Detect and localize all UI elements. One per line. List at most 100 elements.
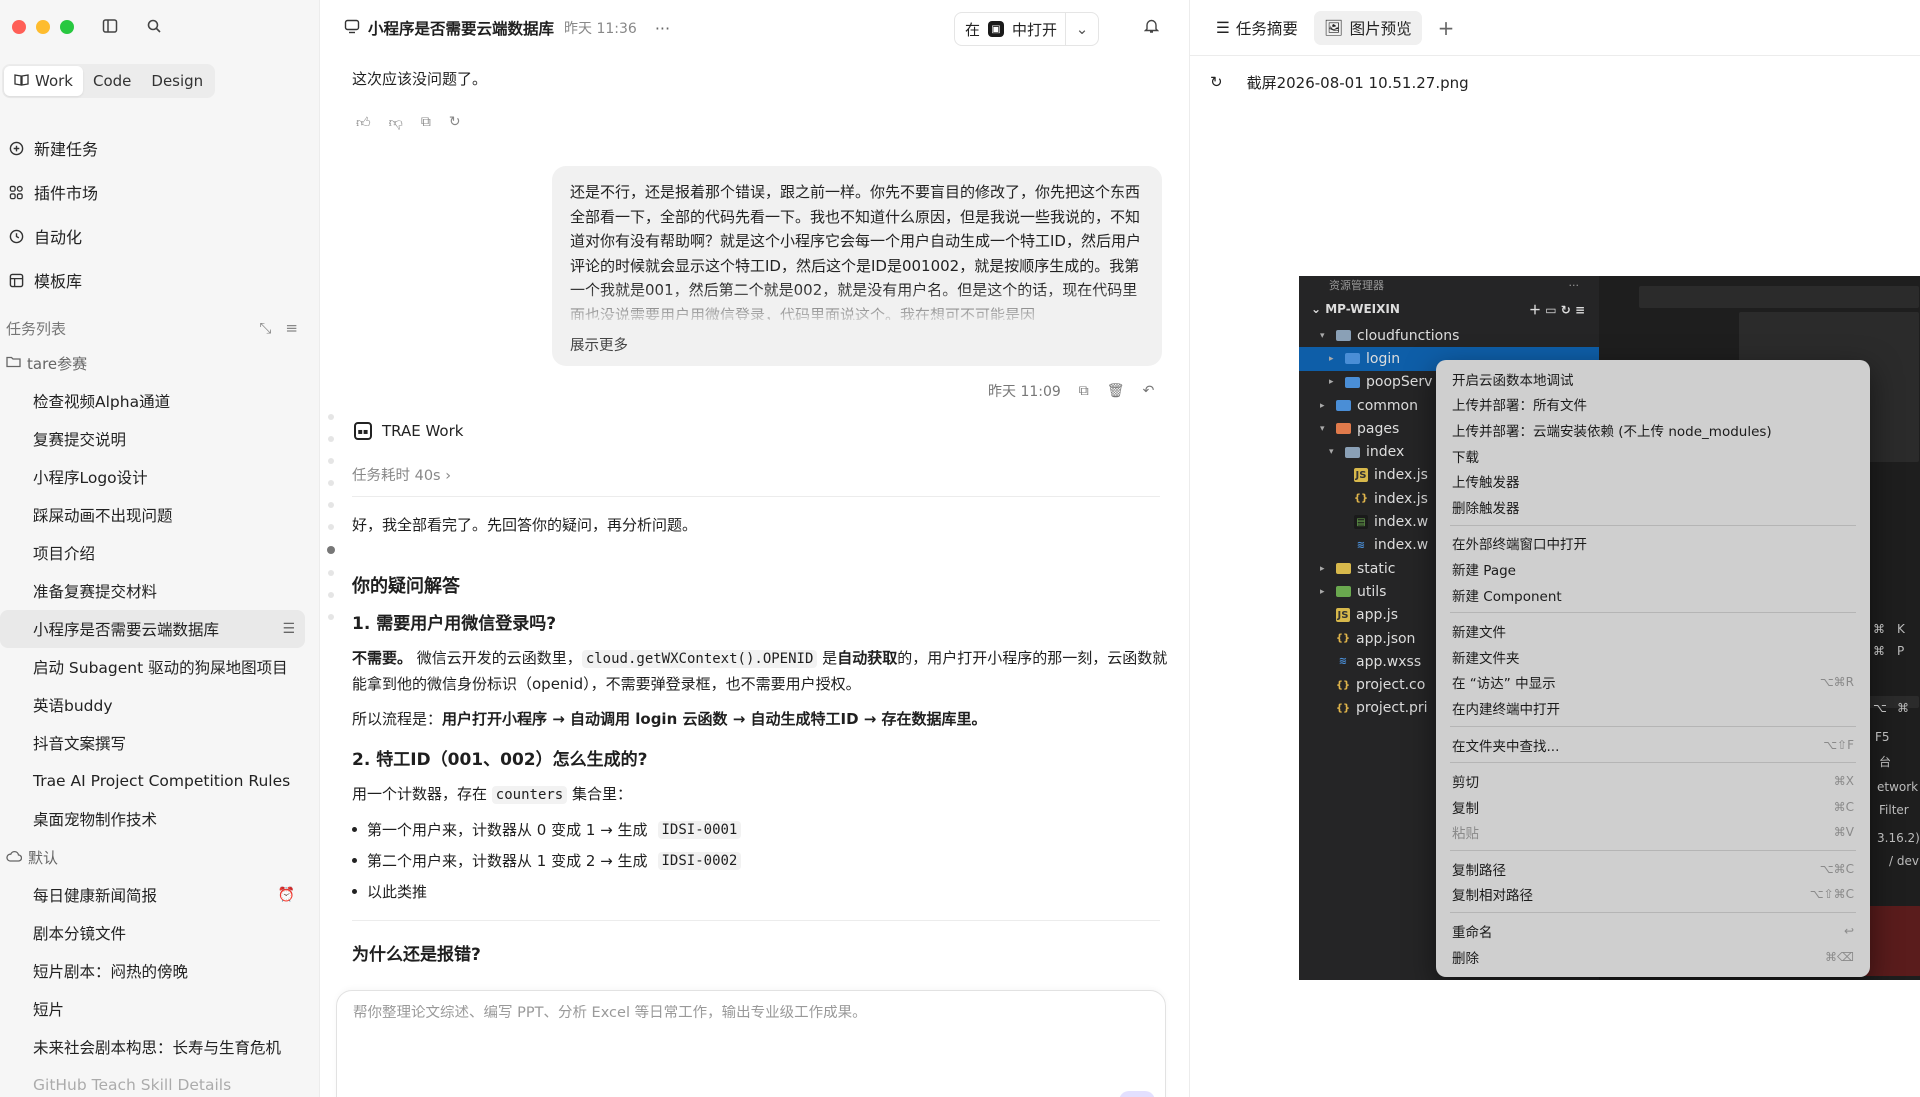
context-menu-item[interactable]: 在 “访达” 中显示 ⌥⌘R (1436, 670, 1870, 696)
nav-new-task[interactable]: 新建任务 (6, 126, 306, 170)
context-menu-item[interactable]: 在内建终端中打开 (1436, 695, 1870, 721)
task-item[interactable]: 英语buddy (0, 686, 305, 724)
window-controls (12, 20, 74, 34)
tree-item-label: static (1357, 560, 1396, 577)
caret-icon: ▾ (1329, 447, 1334, 458)
task-item[interactable]: 未来社会剧本构思：长寿与生育危机 (0, 1028, 305, 1066)
timeline-dot-active[interactable] (327, 546, 335, 554)
timeline-dot[interactable] (328, 570, 334, 576)
task-item[interactable]: 复赛提交说明 (0, 420, 305, 458)
context-menu-item[interactable]: 复制路径 ⌥⌘C (1436, 856, 1870, 882)
context-menu-item[interactable]: 上传并部署：所有文件 (1436, 392, 1870, 418)
task-item[interactable]: 短片剧本：闷热的傍晚 (0, 952, 305, 990)
context-menu-item[interactable]: 在文件夹中查找... ⌥⇧F (1436, 732, 1870, 758)
context-menu-item[interactable]: 复制 ⌘C (1436, 794, 1870, 820)
task-item[interactable]: 踩屎动画不出现问题 (0, 496, 305, 534)
tree-item-label: index.js (1374, 490, 1428, 507)
mode-design[interactable]: Design (141, 66, 213, 96)
send-button[interactable] (1119, 1091, 1155, 1097)
timeline-dot[interactable] (328, 614, 334, 620)
task-item[interactable]: 准备复赛提交材料 (0, 572, 305, 610)
task-item[interactable]: 小程序Logo设计 (0, 458, 305, 496)
context-menu-item[interactable]: 重命名 ↩ (1436, 918, 1870, 944)
task-label: 项目介绍 (33, 545, 96, 563)
context-menu-item[interactable]: 上传触发器 (1436, 468, 1870, 494)
bullet-item: 第二个用户来，计数器从 1 变成 2 → 生成 IDSI-0002 (352, 850, 1172, 871)
open-in-button[interactable]: 在 ▣ 中打开 ⌄ (954, 12, 1100, 46)
task-item[interactable]: 启动 Subagent 驱动的狗屎地图项目 (0, 648, 305, 686)
task-label: 短片剧本：闷热的傍晚 (33, 963, 189, 981)
tab-task-summary[interactable]: ☰ 任务摘要 (1206, 11, 1308, 45)
chat-input[interactable] (353, 1005, 1133, 1021)
copy-icon[interactable]: ⧉ (421, 114, 431, 131)
task-item[interactable]: Trae AI Project Competition Rules (0, 762, 305, 800)
group-header[interactable]: 默认 (6, 842, 58, 872)
task-item[interactable]: 剧本分镜文件 (0, 914, 305, 952)
zoom-window-button[interactable] (60, 20, 74, 34)
delete-icon[interactable]: 🗑︎ (1107, 383, 1125, 399)
tab-image-preview[interactable]: 🖼︎ 图片预览 (1313, 10, 1422, 45)
mode-code[interactable]: Code (83, 66, 141, 96)
task-outline-icon[interactable]: ☰ (282, 621, 295, 637)
task-duration[interactable]: 任务耗时 40s › (352, 464, 451, 485)
bell-icon[interactable] (1143, 18, 1160, 38)
timeline-dot[interactable] (328, 480, 334, 486)
add-tab-button[interactable]: + (1428, 11, 1465, 45)
regenerate-icon[interactable]: ↻ (449, 114, 461, 131)
task-item[interactable]: GitHub Teach Skill Details (0, 1066, 305, 1097)
inline-code: counters (491, 786, 568, 804)
context-menu-item[interactable]: 上传并部署：云端安装依赖 (不上传 node_modules) (1436, 417, 1870, 443)
context-menu-item[interactable]: 在外部终端窗口中打开 (1436, 531, 1870, 557)
mode-code-label: Code (92, 72, 132, 90)
context-menu-item[interactable]: 新建 Page (1436, 556, 1870, 582)
search-icon[interactable] (144, 16, 164, 36)
task-item[interactable]: 检查视频Alpha通道 (0, 382, 305, 420)
agent-header: ▪▪ TRAE Work (354, 422, 463, 440)
more-icon[interactable]: ··· (655, 19, 670, 38)
timeline-dot[interactable] (328, 592, 334, 598)
filter-icon[interactable]: ≡ (285, 319, 298, 337)
task-item[interactable]: 短片 (0, 990, 305, 1028)
context-menu-item[interactable]: 下载 (1436, 443, 1870, 469)
question-2-heading: 2. 特工ID（001、002）怎么生成的? (352, 750, 648, 770)
mode-work[interactable]: Work (4, 66, 83, 96)
timeline-dot[interactable] (328, 458, 334, 464)
context-menu-item[interactable]: 删除触发器 (1436, 494, 1870, 520)
tree-item-label: app.js (1356, 607, 1398, 624)
context-menu-item[interactable]: 复制相对路径 ⌥⇧⌘C (1436, 882, 1870, 908)
timeline-dot[interactable] (328, 502, 334, 508)
task-item-selected[interactable]: 小程序是否需要云端数据库 ☰ (0, 610, 305, 648)
timeline-dot[interactable] (328, 414, 334, 420)
context-menu-item[interactable]: 剪切 ⌘X (1436, 768, 1870, 794)
task-item[interactable]: 项目介绍 (0, 534, 305, 572)
task-item[interactable]: 每日健康新闻简报 ⏰ (0, 876, 305, 914)
timeline-dot[interactable] (328, 524, 334, 530)
context-menu-item[interactable]: 开启云函数本地调试 (1436, 366, 1870, 392)
thumbs-down-icon[interactable]: 👎︎ (389, 114, 403, 131)
open-in-prefix: 在 (965, 20, 981, 39)
minimize-window-button[interactable] (36, 20, 50, 34)
collapse-icon[interactable]: ⤡ (259, 319, 271, 337)
tree-item[interactable]: ▾ cloudfunctions (1299, 324, 1599, 347)
nav-automation[interactable]: 自动化 (6, 214, 306, 258)
chevron-down-icon[interactable]: ⌄ (1066, 20, 1098, 38)
refresh-icon[interactable]: ↻ (1210, 73, 1223, 91)
timeline-dot[interactable] (328, 436, 334, 442)
sidebar-toggle-icon[interactable] (100, 16, 120, 36)
context-menu-item[interactable]: 删除 ⌘⌫ (1436, 944, 1870, 970)
undo-icon[interactable]: ↶ (1143, 383, 1155, 399)
task-item[interactable]: 桌面宠物制作技术 (0, 800, 305, 838)
chat-input-box (336, 990, 1166, 1097)
context-menu-item[interactable]: 新建文件 (1436, 618, 1870, 644)
context-menu-item[interactable]: 新建文件夹 (1436, 644, 1870, 670)
close-window-button[interactable] (12, 20, 26, 34)
task-item[interactable]: 抖音文案撰写 (0, 724, 305, 762)
nav-plugin-market[interactable]: 插件市场 (6, 170, 306, 214)
thumbs-up-icon[interactable]: 👍︎ (356, 114, 371, 131)
copy-icon[interactable]: ⧉ (1079, 383, 1089, 399)
editor-text-fragment: Filter (1879, 803, 1909, 817)
show-more-button[interactable]: 展示更多 (570, 334, 628, 359)
context-menu-item[interactable]: 新建 Component (1436, 582, 1870, 608)
group-header[interactable]: tare参赛 (6, 348, 87, 378)
nav-templates[interactable]: 模板库 (6, 258, 306, 302)
